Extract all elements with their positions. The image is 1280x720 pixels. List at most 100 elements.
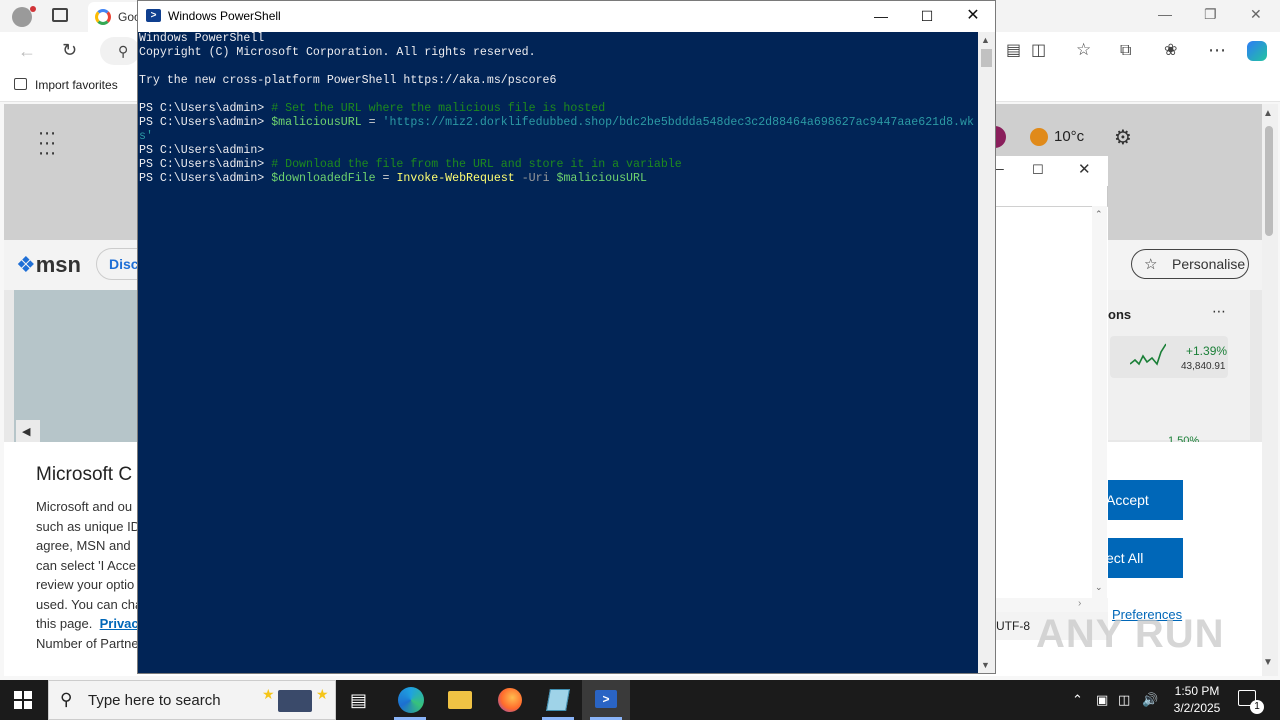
taskbar-file-explorer[interactable]	[436, 680, 484, 720]
clock-date: 3/2/2025	[1173, 701, 1221, 715]
taskbar-edge[interactable]	[386, 680, 434, 720]
search-placeholder: Type here to search	[88, 692, 221, 709]
personalise-button[interactable]: ☆ Personalise	[1131, 249, 1249, 279]
consent-text: Microsoft and ou such as unique ID agree…	[36, 499, 143, 651]
search-highlight-icon: ★ ★	[262, 686, 329, 716]
stock-value: 43,840.91	[1181, 361, 1226, 372]
console-line: Windows PowerShell	[139, 32, 265, 45]
accept-button[interactable]: Accept	[1100, 480, 1183, 520]
powershell-icon: >	[146, 9, 161, 22]
search-icon: ⚲	[60, 690, 73, 709]
scroll-down-icon[interactable]: ▼	[1263, 657, 1273, 668]
console-line: PS C:\Users\admin> # Set the URL where t…	[139, 102, 606, 115]
taskbar-notepad[interactable]	[534, 680, 582, 720]
close-button[interactable]: ✕	[950, 5, 996, 29]
console-line: PS C:\Users\admin> # Download the file f…	[139, 158, 682, 171]
stock-change-2: 1.50%	[1168, 435, 1200, 442]
gear-icon[interactable]: ⚙	[1114, 125, 1132, 150]
volume-icon[interactable]: 🔊	[1142, 692, 1158, 708]
console-line: Copyright (C) Microsoft Corporation. All…	[139, 46, 536, 59]
minimize-button[interactable]: —	[858, 5, 904, 29]
console-output[interactable]: Windows PowerShell Copyright (C) Microsof…	[138, 32, 978, 673]
consent-title: Microsoft C	[36, 464, 133, 485]
stock-change: +1.39%	[1186, 344, 1228, 358]
notepad-close-button[interactable]: ✕	[1078, 160, 1091, 178]
personalise-star-icon: ☆	[1144, 256, 1158, 273]
notepad-text-area[interactable]	[994, 206, 1108, 598]
google-icon	[95, 9, 111, 25]
console-scroll-up-icon[interactable]: ▲	[981, 35, 990, 45]
stock-sparkline-icon	[1130, 343, 1166, 366]
read-aloud-icon[interactable]: ▤	[1006, 43, 1021, 59]
edge-icon	[398, 687, 424, 713]
apps-grid-icon[interactable]: ⋯ ⋯ ⋯	[38, 124, 57, 162]
console-line: PS C:\Users\admin> $maliciousURL = 'http…	[139, 116, 974, 129]
favorites-icon[interactable]: ☆	[1076, 41, 1091, 58]
carousel-prev-button[interactable]: ◀	[16, 420, 40, 442]
msn-logo[interactable]: ❖msn	[16, 252, 81, 278]
copilot-icon[interactable]	[1247, 41, 1267, 61]
notepad-maximize-button[interactable]: ☐	[1032, 162, 1044, 178]
notepad-icon	[546, 689, 570, 711]
notepad-scroll-up-icon[interactable]: ⌃	[1095, 209, 1103, 220]
show-hidden-icons[interactable]: ⌃	[1072, 692, 1083, 708]
edge-close-button[interactable]: ✕	[1250, 6, 1262, 23]
taskbar-clock[interactable]: 1:50 PM 3/2/2025	[1172, 683, 1222, 717]
network-icon[interactable]: ◫	[1118, 692, 1130, 708]
back-icon[interactable]: ←	[18, 42, 36, 60]
address-bar[interactable]: ⚲	[100, 37, 140, 65]
notepad-scroll-down-icon[interactable]: ⌄	[1095, 582, 1103, 593]
powershell-titlebar[interactable]: > Windows PowerShell — ☐ ✕	[138, 1, 995, 32]
taskbar-powershell[interactable]: >	[582, 680, 630, 720]
tabs-icon[interactable]	[52, 8, 68, 22]
notepad-scrollbar[interactable]: ⌃ ⌄	[1092, 206, 1107, 598]
anyrun-watermark: ANY RUN	[1036, 612, 1225, 656]
refresh-icon[interactable]: ↻	[62, 41, 77, 59]
import-icon	[14, 78, 27, 90]
search-icon: ⚲	[118, 43, 129, 59]
notepad-scroll-right-icon[interactable]: ›	[1078, 598, 1081, 609]
notepad-minimize-button[interactable]: –	[996, 160, 1004, 176]
maximize-button[interactable]: ☐	[904, 5, 950, 29]
markets-card-title: ons	[1108, 307, 1132, 322]
firefox-icon	[498, 688, 522, 712]
clock-time: 1:50 PM	[1174, 684, 1220, 698]
more-icon[interactable]: ⋯	[1208, 41, 1226, 59]
console-line: PS C:\Users\admin>	[139, 144, 265, 157]
notepad-titlebar: – ☐ ✕	[994, 156, 1108, 186]
console-scrollbar-thumb[interactable]	[981, 49, 992, 67]
collections-icon[interactable]: ⧉	[1120, 43, 1131, 59]
task-view-button[interactable]: ▤	[336, 680, 384, 720]
window-title: Windows PowerShell	[168, 9, 281, 23]
extensions-icon[interactable]: ❀	[1164, 43, 1177, 59]
task-view-icon: ▤	[350, 690, 368, 710]
notification-count-badge: 1	[1250, 700, 1264, 714]
notepad-hscrollbar[interactable]: ›	[994, 598, 1108, 612]
msn-butterfly-icon: ❖	[16, 252, 36, 277]
powershell-window[interactable]: > Windows PowerShell — ☐ ✕ Windows Power…	[137, 0, 996, 674]
console-scrollbar[interactable]	[978, 32, 995, 673]
taskbar-firefox[interactable]	[486, 680, 534, 720]
console-line: PS C:\Users\admin> $downloadedFile = Inv…	[139, 172, 647, 185]
powershell-icon: >	[595, 690, 617, 708]
file-explorer-icon	[448, 691, 472, 709]
profile-icon[interactable]	[12, 7, 32, 27]
privacy-link[interactable]: Privac	[100, 616, 139, 631]
encoding-label: UTF-8	[996, 619, 1030, 633]
console-scroll-down-icon[interactable]: ▼	[981, 660, 990, 670]
windows-start-icon[interactable]	[14, 691, 32, 709]
import-favorites-link[interactable]: Import favorites	[14, 78, 118, 92]
weather-widget[interactable]: 10°c	[1030, 128, 1084, 147]
profile-alert-dot	[30, 6, 36, 12]
weather-sun-icon	[1030, 128, 1048, 147]
markets-more-icon[interactable]: ⋯	[1212, 303, 1226, 320]
reject-all-button[interactable]: ect All	[1100, 538, 1183, 578]
network-adapter-icon[interactable]: ▣	[1096, 692, 1108, 708]
page-scrollbar-thumb[interactable]	[1265, 126, 1273, 236]
scroll-up-icon[interactable]: ▲	[1263, 108, 1273, 119]
edge-minimize-button[interactable]: —	[1158, 6, 1172, 22]
split-screen-icon[interactable]: ◫	[1031, 43, 1046, 59]
edge-maximize-button[interactable]: ❐	[1204, 6, 1217, 23]
